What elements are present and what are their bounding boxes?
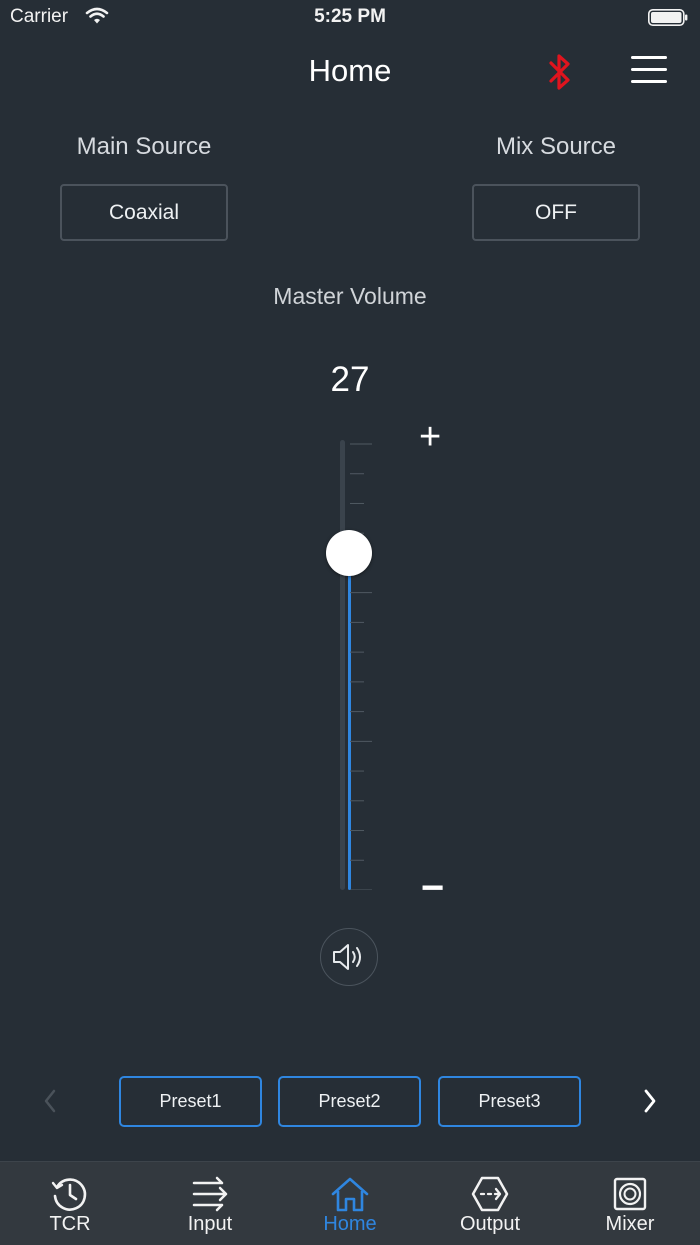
mute-button[interactable] [320,928,378,986]
volume-scale-ticks [350,443,372,890]
home-icon [331,1177,369,1212]
volume-slider-track[interactable] [340,440,345,890]
mix-source-label: Mix Source [495,133,617,160]
tab-input[interactable]: Input [140,1162,280,1245]
volume-slider-thumb[interactable] [326,529,372,576]
speaker-icon [333,944,361,970]
master-volume-label: Master Volume [273,283,427,309]
battery-icon [648,9,688,26]
tab-mixer[interactable]: Mixer [560,1162,700,1245]
status-time: 5:25 PM [314,6,386,27]
volume-up-button[interactable]: + [419,418,441,456]
main-source-label: Main Source [76,133,212,160]
tab-label: Input [187,1213,233,1235]
tab-bar: TCR Input Home Output Mixer [0,1161,700,1245]
volume-value: 27 [330,360,370,399]
tab-output[interactable]: Output [420,1162,560,1245]
tab-label: TCR [49,1213,91,1235]
clock-icon [51,1178,87,1211]
tab-home[interactable]: Home [280,1162,420,1245]
preset-next-chevron-icon[interactable] [640,1087,660,1115]
preset-1-button[interactable]: Preset1 [119,1076,262,1127]
bluetooth-icon[interactable] [546,52,574,92]
page-title: Home [308,53,392,88]
preset-3-button[interactable]: Preset3 [438,1076,581,1127]
output-icon [471,1176,509,1212]
preset-2-button[interactable]: Preset2 [278,1076,421,1127]
tab-tcr[interactable]: TCR [0,1162,140,1245]
volume-down-button[interactable]: − [421,868,444,908]
menu-icon[interactable] [631,56,667,86]
speaker-box-icon [613,1177,647,1211]
main-source-button[interactable]: Coaxial [60,184,228,241]
tab-label: Mixer [605,1213,655,1235]
tab-label: Home [323,1213,377,1235]
tab-label: Output [459,1213,521,1235]
input-arrows-icon [192,1176,228,1212]
preset-prev-chevron-icon[interactable] [40,1087,60,1115]
mix-source-button[interactable]: OFF [472,184,640,241]
